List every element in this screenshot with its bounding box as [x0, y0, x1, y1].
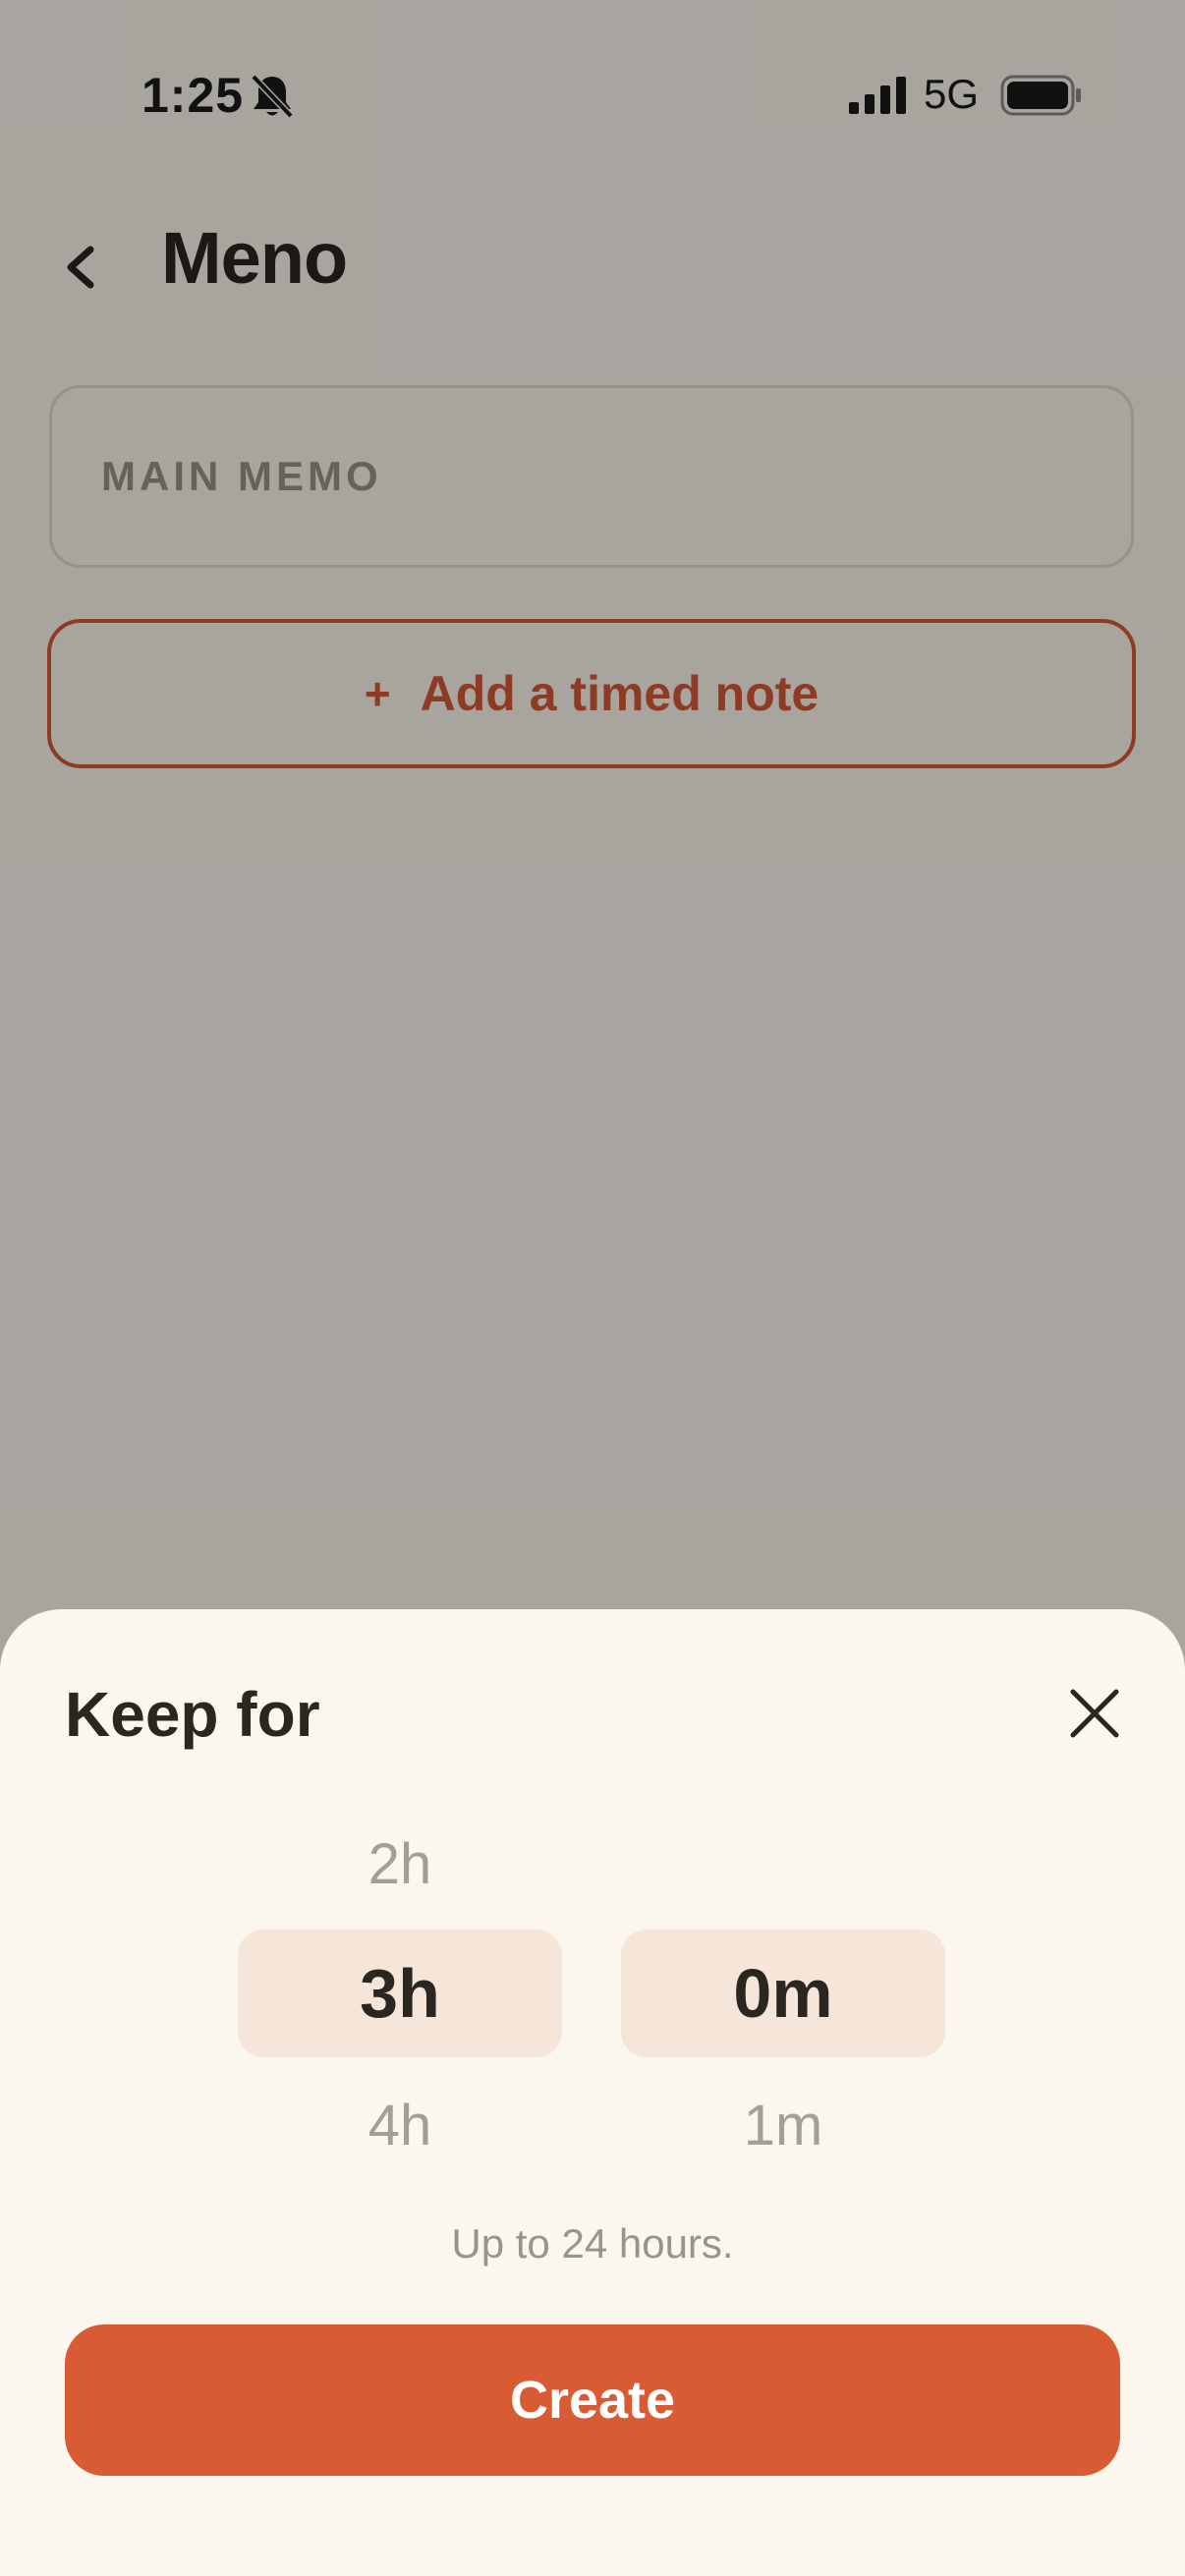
- keep-for-sheet: Keep for 2h 3h 4h 0m 1m Up to 24 hours. …: [0, 1609, 1185, 2576]
- hours-option-below[interactable]: 4h: [238, 2093, 562, 2158]
- hours-selected[interactable]: 3h: [238, 1930, 562, 2057]
- sheet-title: Keep for: [65, 1679, 320, 1750]
- close-icon[interactable]: [1065, 1684, 1124, 1743]
- create-button[interactable]: Create: [65, 2324, 1120, 2476]
- hours-option-above[interactable]: 2h: [238, 1831, 562, 1897]
- minutes-selected[interactable]: 0m: [621, 1930, 945, 2057]
- minutes-option-below[interactable]: 1m: [621, 2093, 945, 2158]
- duration-helper-text: Up to 24 hours.: [451, 2220, 734, 2267]
